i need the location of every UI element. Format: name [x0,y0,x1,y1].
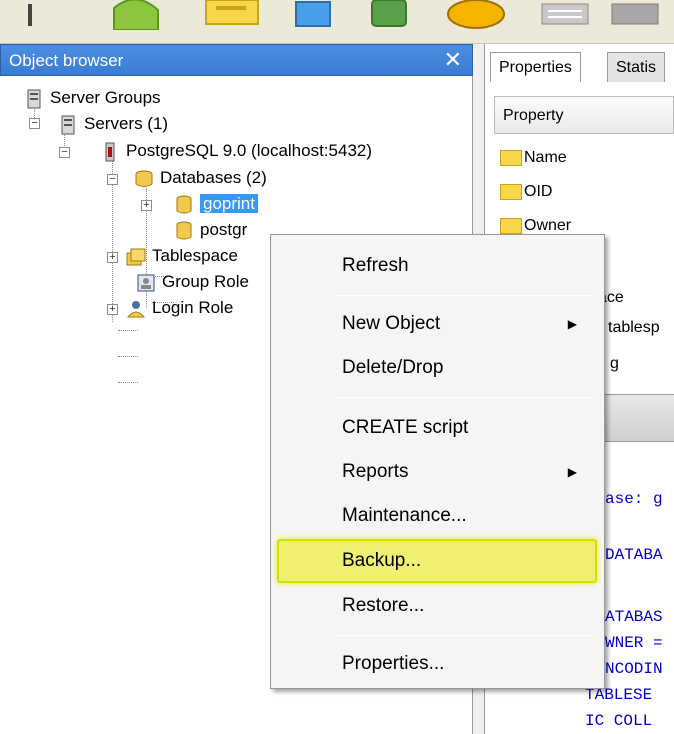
collapse-databases-icon[interactable]: − [107,174,118,185]
object-browser-title: Object browser [9,51,124,70]
group-roles-icon [136,273,156,293]
menu-item-properties[interactable]: Properties... [272,645,603,683]
tree-node-databases[interactable]: Databases (2) [134,165,267,191]
close-icon[interactable]: ✕ [444,45,462,75]
tree-label-server-groups: Server Groups [50,88,161,107]
expand-tablespaces-icon[interactable]: + [107,252,118,263]
property-row-name[interactable]: Name [500,146,567,170]
property-icon [500,217,522,234]
tree-label-goprint: goprint [200,194,258,213]
expand-login-roles-icon[interactable]: + [107,304,118,315]
database-icon [174,221,194,241]
sql-icon[interactable] [446,0,506,30]
menu-item-create-script[interactable]: CREATE script [272,409,603,447]
property-row-default-tablespace[interactable]: tablesp [608,316,660,340]
menu-separator [333,397,593,398]
databases-icon [134,169,154,189]
sql-line: NCODIN [605,660,663,678]
tree-label-databases: Databases (2) [160,168,267,187]
property-icon [500,149,522,166]
refresh-icon[interactable] [108,0,164,31]
tab-statistics[interactable]: Statis [607,52,666,82]
login-roles-icon [126,299,146,319]
property-row-oid[interactable]: OID [500,180,552,204]
tab-properties[interactable]: Properties [490,52,581,82]
property-column-header[interactable]: Property [494,96,674,134]
menu-item-new-object[interactable]: New Object ▶ [272,305,603,343]
submenu-arrow-icon: ▶ [567,317,577,331]
servers-icon [58,115,78,135]
object-browser-title-bar: Object browser ✕ [0,44,473,76]
sql-line: ase: g [605,490,663,508]
view-data-icon[interactable] [540,0,590,30]
tree-node-login-roles[interactable]: Login Role [126,295,233,321]
plug-icon[interactable] [20,0,40,30]
tree-node-postgres-server[interactable]: PostgreSQL 9.0 (localhost:5432) [100,138,372,164]
tree-label-servers: Servers (1) [84,114,169,133]
database-icon [174,195,194,215]
tree-label-postgres-server: PostgreSQL 9.0 (localhost:5432) [126,141,373,160]
create-icon[interactable] [290,0,336,30]
properties-icon[interactable] [200,0,264,30]
context-menu: Refresh New Object ▶ Delete/Drop CREATE s… [270,234,605,689]
tree-node-postgres-db[interactable]: postgr [174,217,247,243]
server-icon [100,142,120,162]
property-icon [500,183,522,200]
sql-line: DATABA [605,546,663,564]
tree-label-tablespaces: Tablespace [152,246,239,265]
delete-icon[interactable] [366,0,412,30]
tree-node-group-roles[interactable]: Group Role [136,269,249,295]
menu-item-refresh[interactable]: Refresh [272,247,603,285]
menu-item-reports[interactable]: Reports ▶ [272,453,603,491]
tree-node-server-groups[interactable]: Server Groups [24,85,161,111]
sql-line: IC COLL [585,712,653,730]
tree-node-servers[interactable]: Servers (1) [58,111,168,137]
tree-node-goprint[interactable]: goprint [174,191,258,217]
menu-item-maintenance[interactable]: Maintenance... [272,497,603,535]
menu-item-delete-drop[interactable]: Delete/Drop [272,349,603,387]
tree-label-postgres-db: postgr [200,220,248,239]
collapse-servers-icon[interactable]: − [29,118,40,129]
property-row-encoding[interactable]: g [610,352,619,376]
expand-goprint-icon[interactable]: + [141,200,152,211]
toolbar [0,0,674,44]
sql-line: WNER = [605,634,663,652]
menu-separator [333,295,593,296]
menu-item-restore[interactable]: Restore... [272,587,603,625]
tree-label-group-roles: Group Role [162,272,249,291]
sql-line: ATABAS [605,608,663,626]
tablespaces-icon [126,247,146,267]
tree-node-tablespaces[interactable]: Tablespace [126,243,238,269]
server-groups-icon [24,89,44,109]
tree-label-login-roles: Login Role [152,298,234,317]
menu-item-backup[interactable]: Backup... [277,539,597,583]
collapse-server-icon[interactable]: − [59,147,70,158]
menu-separator [333,635,593,636]
submenu-arrow-icon: ▶ [567,465,577,479]
filter-icon[interactable] [610,0,660,30]
